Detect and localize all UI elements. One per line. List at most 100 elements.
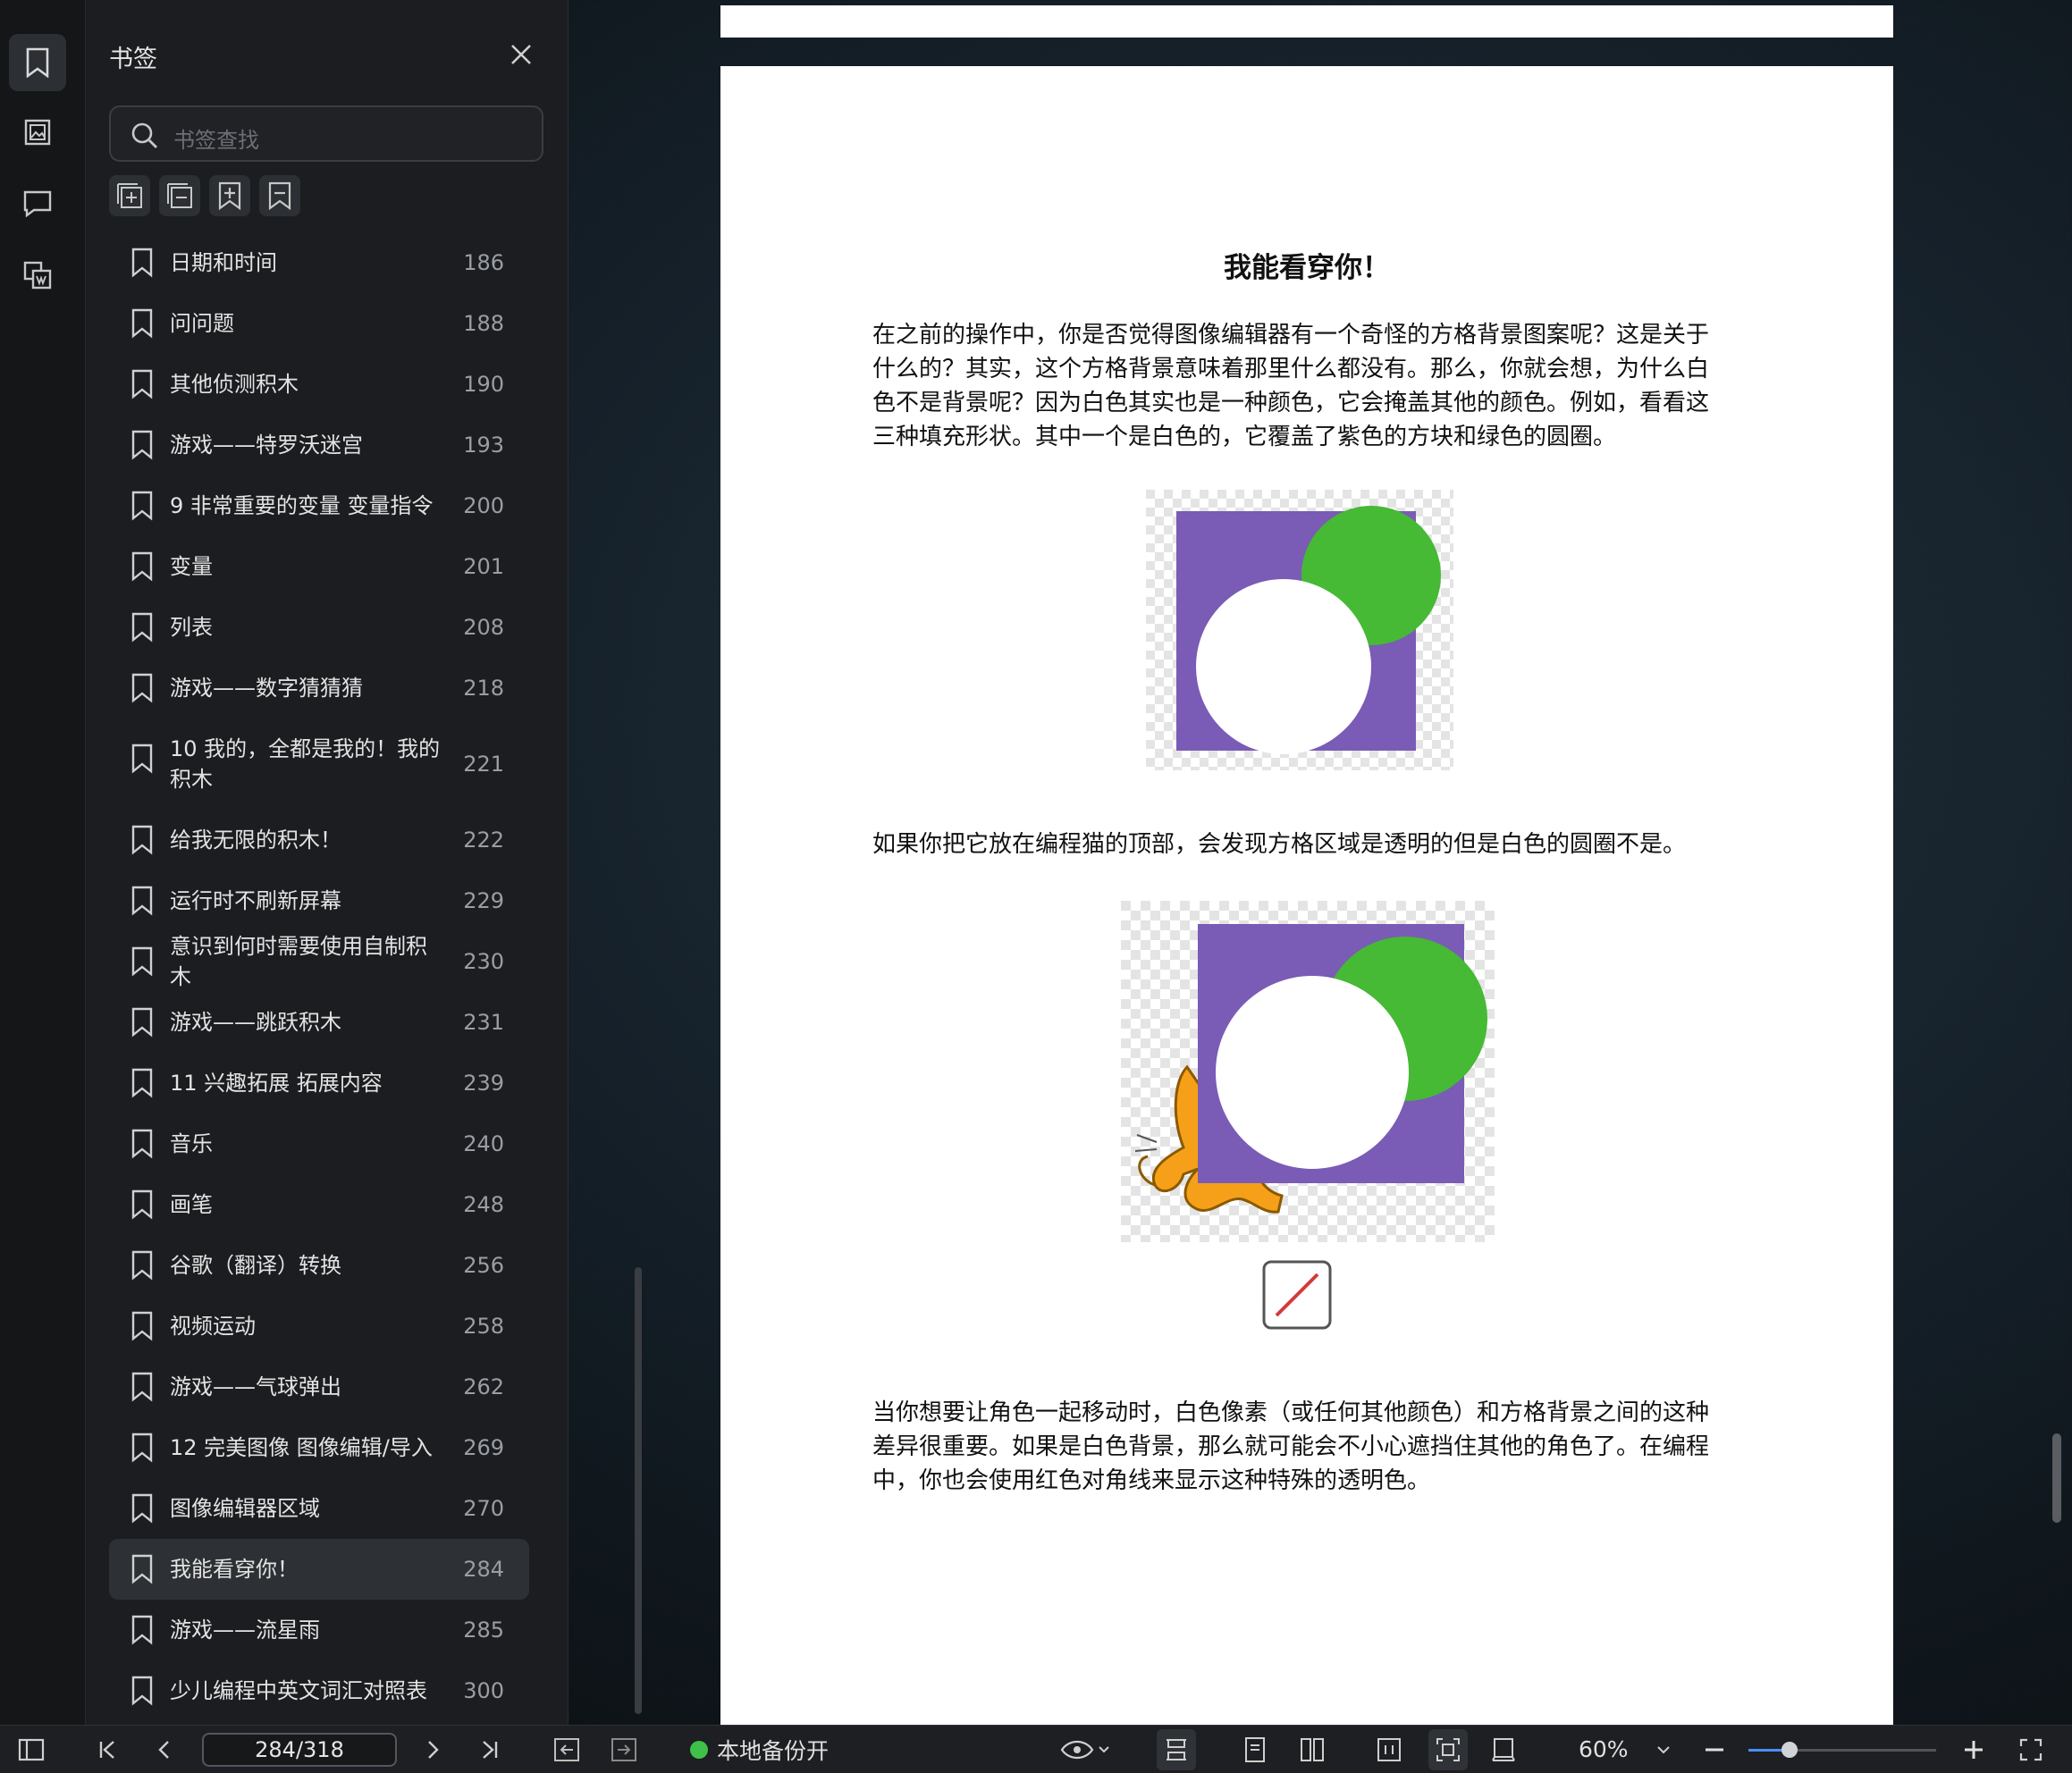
- page-heading: 我能看穿你！: [1224, 252, 1390, 284]
- bookmark-page: 262: [463, 1374, 504, 1399]
- bookmark-label: 给我无限的积木！: [170, 828, 341, 853]
- bookmark-label: 运行时不刷新屏幕: [170, 888, 341, 913]
- bookmark-page: 285: [463, 1618, 504, 1643]
- close-icon[interactable]: [506, 39, 536, 70]
- bookmark-item[interactable]: 游戏——数字猜猜猜 218: [109, 658, 529, 718]
- back-icon[interactable]: [549, 1726, 585, 1773]
- fit-width-icon[interactable]: [1371, 1726, 1407, 1773]
- document-scrollbar[interactable]: [2052, 1433, 2061, 1523]
- thumbnail-tab-icon[interactable]: [9, 247, 66, 304]
- single-page-icon[interactable]: [1237, 1726, 1273, 1773]
- bookmark-page: 269: [463, 1435, 504, 1460]
- bookmark-page: 200: [463, 493, 504, 518]
- bookmark-item-active[interactable]: 我能看穿你！ 284: [109, 1539, 529, 1600]
- bookmark-label: 10 我的，全都是我的！我的积木: [170, 736, 441, 792]
- bookmark-item[interactable]: 11 兴趣拓展 拓展内容 239: [109, 1053, 529, 1113]
- local-backup-status[interactable]: 本地备份开: [690, 1726, 829, 1773]
- bookmark-page: 270: [463, 1496, 504, 1521]
- bookmark-item[interactable]: 日期和时间 186: [109, 232, 529, 293]
- bookmark-page: 230: [463, 949, 504, 974]
- expand-all-icon[interactable]: [109, 175, 150, 216]
- bookmark-item[interactable]: 其他侦测积木 190: [109, 354, 529, 415]
- single-page-scroll-icon[interactable]: [1157, 1729, 1196, 1770]
- fit-page-icon[interactable]: [1428, 1729, 1468, 1770]
- sidebar-toggle-icon[interactable]: [13, 1726, 50, 1773]
- bookmark-item[interactable]: 音乐 240: [109, 1113, 529, 1174]
- bookmark-item[interactable]: 视频运动 258: [109, 1296, 529, 1357]
- paragraph-2: 如果你把它放在编程猫的顶部，会发现方格区域是透明的但是白色的圆圈不是。: [872, 831, 1687, 858]
- bookmark-panel: 书签 书签查找 日期和时间 186 问问题 188 其他侦测积木 190 游戏——特罗…: [86, 0, 642, 1725]
- bookmark-icon: [131, 744, 153, 774]
- zoom-slider[interactable]: [1748, 1742, 1936, 1758]
- bookmark-item[interactable]: 问问题 188: [109, 293, 529, 354]
- bookmark-item[interactable]: 给我无限的积木！ 222: [109, 810, 529, 870]
- image-tab-icon[interactable]: [9, 104, 66, 161]
- panel-scrollbar[interactable]: [635, 1267, 642, 1714]
- bookmark-icon: [131, 1676, 153, 1706]
- bookmark-label: 列表: [170, 615, 213, 640]
- bookmark-page: 229: [463, 888, 504, 913]
- search-icon: [131, 122, 157, 148]
- zoom-dropdown-icon[interactable]: [1650, 1726, 1677, 1773]
- bookmark-item[interactable]: 10 我的，全都是我的！我的积木 221: [109, 718, 529, 810]
- bookmark-item[interactable]: 图像编辑器区域 270: [109, 1478, 529, 1539]
- bookmark-icon: [131, 1433, 153, 1463]
- actual-size-icon[interactable]: [1486, 1726, 1521, 1773]
- fullscreen-icon[interactable]: [2013, 1726, 2049, 1773]
- two-page-icon[interactable]: [1294, 1726, 1330, 1773]
- bookmark-icon: [131, 1554, 153, 1584]
- panel-title: 书签: [109, 46, 157, 73]
- bookmark-item[interactable]: 变量 201: [109, 536, 529, 597]
- bookmark-tab-icon[interactable]: [9, 34, 66, 91]
- forward-icon[interactable]: [606, 1726, 642, 1773]
- bookmark-icon: [131, 491, 153, 521]
- bookmark-label: 游戏——气球弹出: [170, 1374, 341, 1399]
- bookmark-icon: [131, 1311, 153, 1341]
- bookmark-item[interactable]: 12 完美图像 图像编辑/导入 269: [109, 1417, 529, 1478]
- zoom-level[interactable]: 60%: [1579, 1726, 1629, 1773]
- bookmark-icon: [131, 248, 153, 278]
- bookmark-icon: [131, 1007, 153, 1038]
- eye-icon[interactable]: [1058, 1726, 1112, 1773]
- bookmark-search-input[interactable]: 书签查找: [109, 105, 543, 162]
- collapse-all-icon[interactable]: [159, 175, 200, 216]
- bookmark-item[interactable]: 游戏——特罗沃迷宫 193: [109, 415, 529, 475]
- cat-shapes-figure: [1121, 901, 1495, 1242]
- bookmark-label: 游戏——数字猜猜猜: [170, 676, 363, 701]
- bookmark-label: 问问题: [170, 311, 234, 336]
- bookmark-page: 248: [463, 1192, 504, 1217]
- prev-page-icon[interactable]: [147, 1726, 182, 1773]
- bookmark-item[interactable]: 运行时不刷新屏幕 229: [109, 870, 529, 931]
- bookmark-item[interactable]: 意识到何时需要使用自制积木 230: [109, 931, 529, 992]
- bookmark-page: 239: [463, 1071, 504, 1096]
- bookmark-toolbar: [109, 175, 300, 216]
- zoom-out-icon[interactable]: [1697, 1726, 1732, 1773]
- remove-bookmark-icon[interactable]: [259, 175, 300, 216]
- bookmark-label: 视频运动: [170, 1314, 256, 1339]
- bookmark-label: 音乐: [170, 1131, 213, 1156]
- bookmark-item[interactable]: 游戏——气球弹出 262: [109, 1357, 529, 1417]
- bookmark-label: 11 兴趣拓展 拓展内容: [170, 1071, 383, 1096]
- zoom-in-icon[interactable]: [1956, 1726, 1992, 1773]
- bookmark-label: 游戏——流星雨: [170, 1618, 320, 1643]
- bookmark-item[interactable]: 游戏——流星雨 285: [109, 1600, 529, 1660]
- bookmark-item[interactable]: 画笔 248: [109, 1174, 529, 1235]
- next-page-icon[interactable]: [415, 1726, 451, 1773]
- add-bookmark-icon[interactable]: [209, 175, 250, 216]
- backup-status-dot: [690, 1741, 708, 1759]
- bookmark-item[interactable]: 9 非常重要的变量 变量指令 200: [109, 475, 529, 536]
- paragraph-3: 当你想要让角色一起移动时，白色像素（或任何其他颜色）和方格背景之间的这种差异很重…: [872, 1399, 1710, 1494]
- first-page-icon[interactable]: [89, 1726, 125, 1773]
- comment-tab-icon[interactable]: [9, 175, 66, 232]
- zoom-slider-knob[interactable]: [1781, 1742, 1798, 1758]
- bookmark-item[interactable]: 游戏——跳跃积木 231: [109, 992, 529, 1053]
- bookmark-page: 240: [463, 1131, 504, 1156]
- bookmark-item[interactable]: 列表 208: [109, 597, 529, 658]
- bookmark-page: 231: [463, 1010, 504, 1035]
- page-number-input[interactable]: 284/318: [202, 1733, 397, 1767]
- bookmark-item[interactable]: 谷歌（翻译）转换 256: [109, 1235, 529, 1296]
- bookmark-icon: [131, 1372, 153, 1402]
- last-page-icon[interactable]: [472, 1726, 508, 1773]
- bookmark-item[interactable]: 少儿编程中英文词汇对照表 300: [109, 1660, 529, 1721]
- bookmark-label: 画笔: [170, 1192, 213, 1217]
